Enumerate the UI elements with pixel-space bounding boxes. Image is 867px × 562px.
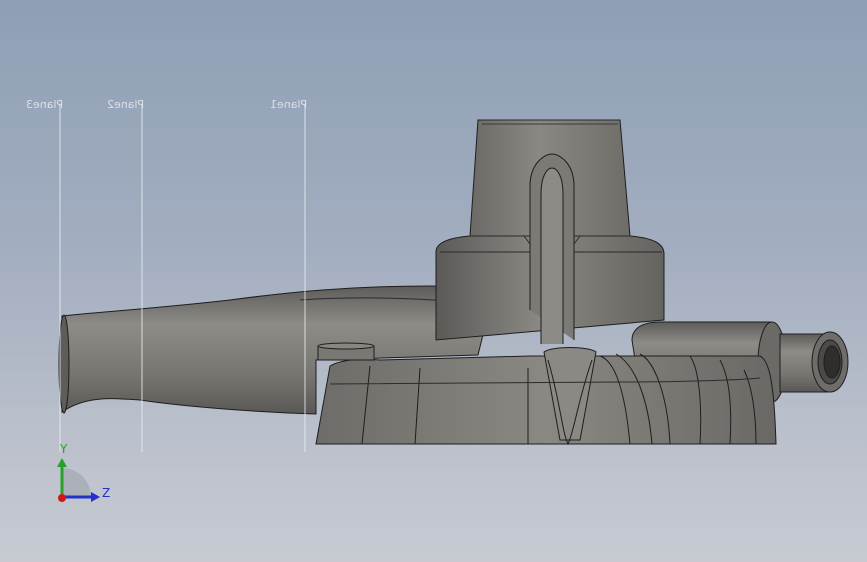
top-cylinder <box>435 119 665 344</box>
model-view[interactable] <box>0 0 867 562</box>
graphics-viewport[interactable]: Plane3 Plane2 Plane1 Y Z <box>0 0 867 562</box>
y-axis-label: Y <box>60 442 68 456</box>
z-axis-label: Z <box>102 486 111 500</box>
